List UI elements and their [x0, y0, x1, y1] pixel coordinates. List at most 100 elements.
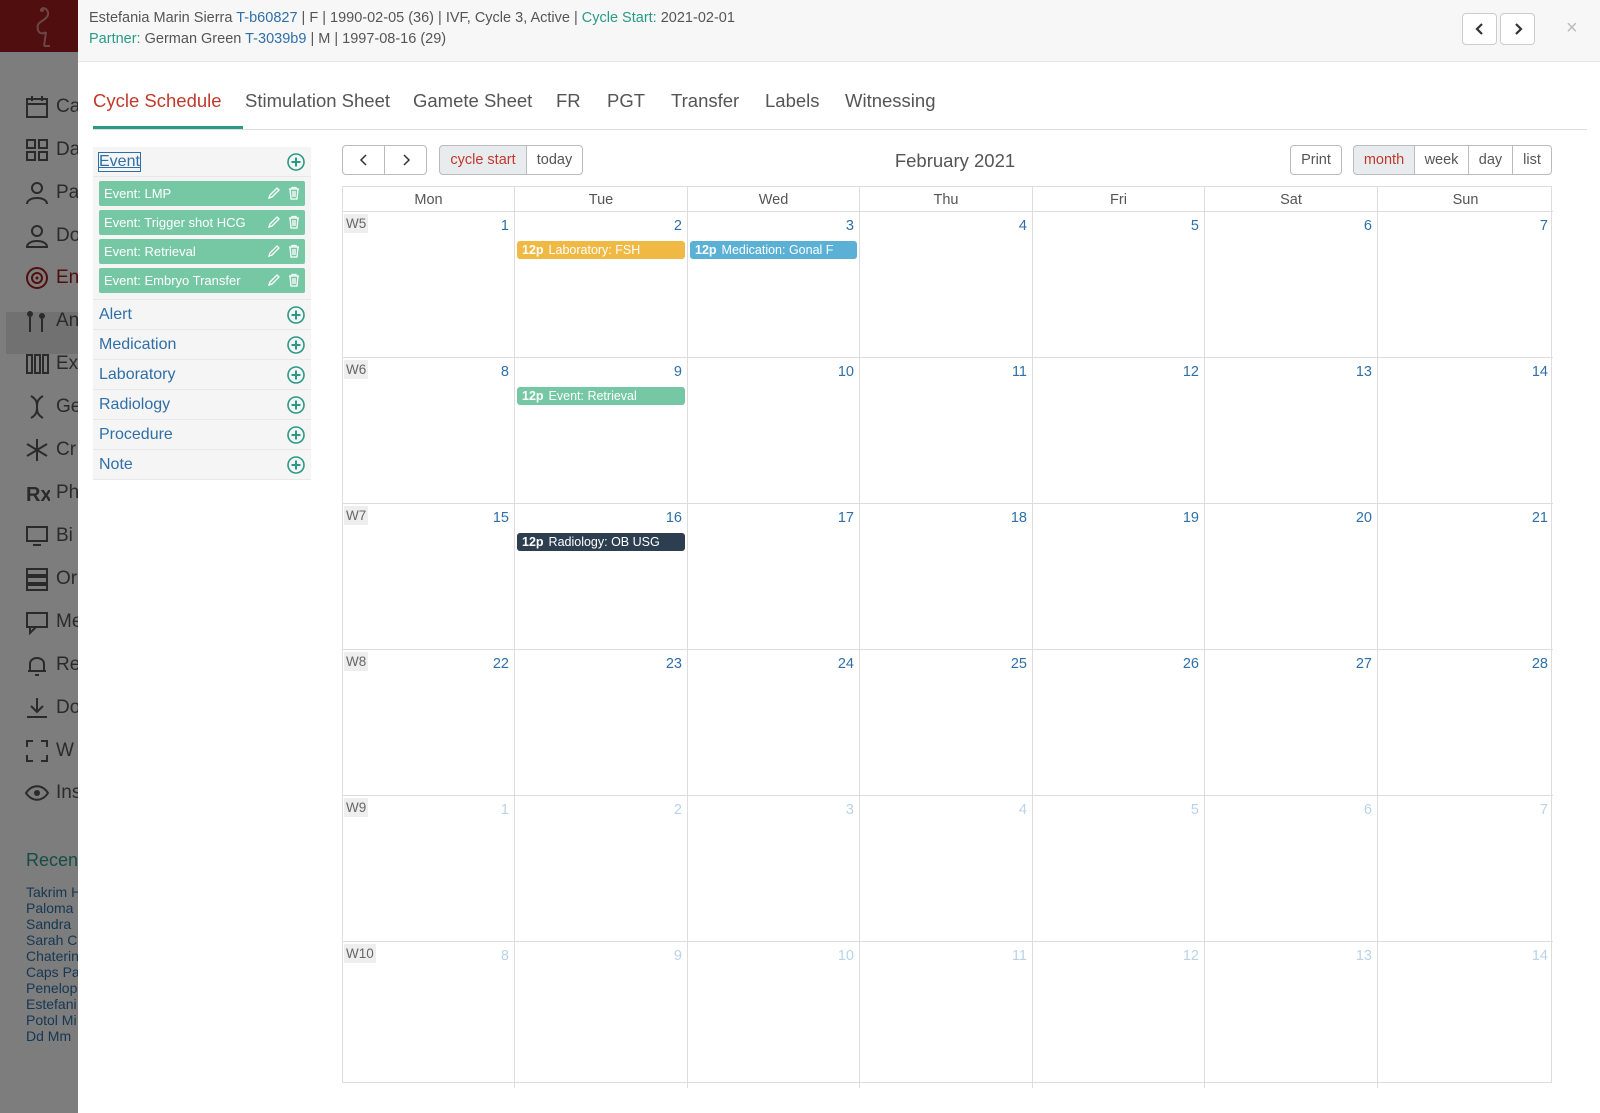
next-patient-button[interactable]	[1500, 13, 1535, 45]
calendar-day-cell[interactable]: 7	[1378, 796, 1553, 941]
calendar-day-cell[interactable]: 4	[860, 796, 1033, 941]
day-number[interactable]: 7	[1540, 218, 1548, 234]
calendar-day-cell[interactable]: 27	[1205, 650, 1378, 795]
day-number[interactable]: 7	[1540, 802, 1548, 818]
calendar-day-cell[interactable]: 1 W5	[343, 212, 515, 357]
edit-icon[interactable]	[267, 215, 281, 229]
day-number[interactable]: 8	[501, 364, 509, 380]
tab-gamete-sheet[interactable]: Gamete Sheet	[413, 82, 532, 129]
calendar-day-cell[interactable]: 21	[1378, 504, 1553, 649]
trash-icon[interactable]	[287, 244, 301, 258]
calendar-day-cell[interactable]: 12	[1033, 358, 1205, 503]
close-icon[interactable]: ×	[1566, 18, 1578, 38]
day-number[interactable]: 3	[846, 802, 854, 818]
list-view-button[interactable]: list	[1512, 145, 1552, 175]
calendar-event[interactable]: 12p Event: Retrieval	[517, 387, 685, 405]
category-note[interactable]: Note	[93, 450, 311, 480]
day-number[interactable]: 18	[1011, 510, 1027, 526]
patient-id-link[interactable]: T-b60827	[236, 10, 297, 26]
calendar-day-cell[interactable]: 17	[688, 504, 860, 649]
calendar-day-cell[interactable]: 12	[1033, 942, 1205, 1088]
day-number[interactable]: 22	[493, 656, 509, 672]
calendar-day-cell[interactable]: 26	[1033, 650, 1205, 795]
calendar-day-cell[interactable]: 5	[1033, 796, 1205, 941]
category-medication[interactable]: Medication	[93, 330, 311, 360]
calendar-day-cell[interactable]: 19	[1033, 504, 1205, 649]
day-number[interactable]: 10	[838, 948, 854, 964]
calendar-event[interactable]: 12p Medication: Gonal F	[690, 241, 857, 259]
calendar-day-cell[interactable]: 18	[860, 504, 1033, 649]
add-medication-icon[interactable]	[287, 336, 305, 354]
day-number[interactable]: 6	[1364, 218, 1372, 234]
calendar-day-cell[interactable]: 9 12p Event: Retrieval	[515, 358, 688, 503]
tab-transfer[interactable]: Transfer	[671, 82, 739, 129]
day-number[interactable]: 2	[674, 218, 682, 234]
calendar-event[interactable]: 12p Laboratory: FSH	[517, 241, 685, 259]
tab-pgt[interactable]: PGT	[607, 82, 645, 129]
calendar-day-cell[interactable]: 2	[515, 796, 688, 941]
day-number[interactable]: 23	[666, 656, 682, 672]
calendar-day-cell[interactable]: 5	[1033, 212, 1205, 357]
day-number[interactable]: 15	[493, 510, 509, 526]
calendar-day-cell[interactable]: 8 W6	[343, 358, 515, 503]
day-number[interactable]: 10	[838, 364, 854, 380]
print-button[interactable]: Print	[1290, 145, 1342, 175]
calendar-day-cell[interactable]: 28	[1378, 650, 1553, 795]
category-alert[interactable]: Alert	[93, 300, 311, 330]
day-number[interactable]: 6	[1364, 802, 1372, 818]
day-number[interactable]: 27	[1356, 656, 1372, 672]
category-laboratory[interactable]: Laboratory	[93, 360, 311, 390]
tab-labels[interactable]: Labels	[765, 82, 820, 129]
add-laboratory-icon[interactable]	[287, 366, 305, 384]
category-event[interactable]: Event	[93, 147, 311, 177]
calendar-day-cell[interactable]: 10	[688, 358, 860, 503]
day-number[interactable]: 20	[1356, 510, 1372, 526]
calendar-day-cell[interactable]: 10	[688, 942, 860, 1088]
tab-fr[interactable]: FR	[556, 82, 581, 129]
cycle-start-button[interactable]: cycle start	[439, 145, 527, 175]
calendar-next-button[interactable]	[384, 145, 427, 175]
calendar-day-cell[interactable]: 20	[1205, 504, 1378, 649]
previous-patient-button[interactable]	[1462, 13, 1497, 45]
month-view-button[interactable]: month	[1353, 145, 1415, 175]
day-number[interactable]: 26	[1183, 656, 1199, 672]
calendar-day-cell[interactable]: 16 12p Radiology: OB USG	[515, 504, 688, 649]
add-event-icon[interactable]	[287, 153, 305, 171]
calendar-day-cell[interactable]: 11	[860, 358, 1033, 503]
category-radiology-label[interactable]: Radiology	[99, 396, 170, 414]
day-number[interactable]: 1	[501, 802, 509, 818]
day-number[interactable]: 21	[1532, 510, 1548, 526]
edit-icon[interactable]	[267, 244, 281, 258]
calendar-day-cell[interactable]: 14	[1378, 942, 1553, 1088]
day-number[interactable]: 28	[1532, 656, 1548, 672]
edit-icon[interactable]	[267, 273, 281, 287]
calendar-day-cell[interactable]: 24	[688, 650, 860, 795]
day-number[interactable]: 2	[674, 802, 682, 818]
calendar-day-cell[interactable]: 4	[860, 212, 1033, 357]
category-note-label[interactable]: Note	[99, 456, 133, 474]
calendar-day-cell[interactable]: 13	[1205, 358, 1378, 503]
day-number[interactable]: 4	[1019, 218, 1027, 234]
trash-icon[interactable]	[287, 215, 301, 229]
day-number[interactable]: 5	[1191, 802, 1199, 818]
calendar-day-cell[interactable]: 6	[1205, 796, 1378, 941]
add-radiology-icon[interactable]	[287, 396, 305, 414]
add-procedure-icon[interactable]	[287, 426, 305, 444]
event-template-retrieval[interactable]: Event: Retrieval	[99, 239, 305, 264]
calendar-day-cell[interactable]: 13	[1205, 942, 1378, 1088]
calendar-day-cell[interactable]: 11	[860, 942, 1033, 1088]
day-number[interactable]: 12	[1183, 948, 1199, 964]
calendar-day-cell[interactable]: 15 W7	[343, 504, 515, 649]
day-number[interactable]: 19	[1183, 510, 1199, 526]
event-template-trigger-shot[interactable]: Event: Trigger shot HCG	[99, 210, 305, 235]
day-number[interactable]: 4	[1019, 802, 1027, 818]
category-alert-label[interactable]: Alert	[99, 306, 132, 324]
tab-witnessing[interactable]: Witnessing	[845, 82, 935, 129]
day-number[interactable]: 5	[1191, 218, 1199, 234]
day-number[interactable]: 9	[674, 948, 682, 964]
week-view-button[interactable]: week	[1414, 145, 1469, 175]
day-number[interactable]: 24	[838, 656, 854, 672]
day-number[interactable]: 13	[1356, 364, 1372, 380]
day-number[interactable]: 14	[1532, 948, 1548, 964]
tab-stimulation-sheet[interactable]: Stimulation Sheet	[245, 82, 390, 129]
